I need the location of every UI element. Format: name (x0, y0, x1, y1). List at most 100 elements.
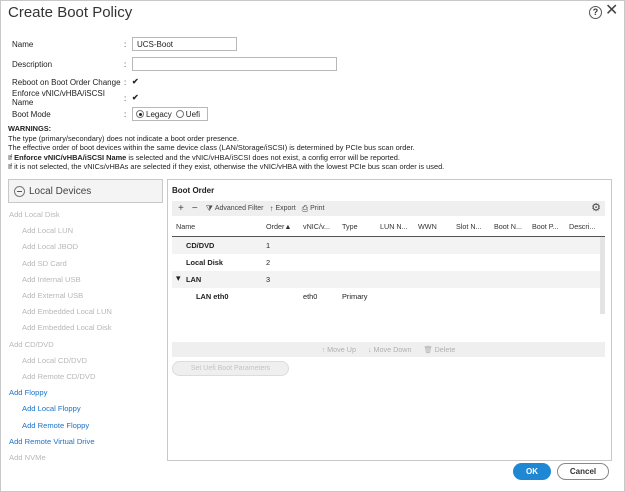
local-device-item[interactable]: Add Remote Floppy (22, 421, 89, 430)
print-label: Print (310, 205, 325, 212)
print-button[interactable]: ⎙ Print (302, 204, 325, 214)
move-down-button[interactable]: ↓ Move Down (368, 345, 412, 354)
advanced-filter-label: Advanced Filter (214, 205, 264, 212)
table-header: Name Order▲ vNIC/v... Type LUN N... WWN … (172, 220, 605, 234)
column-header-lun[interactable]: LUN N... (380, 222, 408, 231)
local-device-item[interactable]: Add Local CD/DVD (22, 356, 87, 365)
warning-line: The type (primary/secondary) does not in… (8, 133, 239, 143)
add-button[interactable]: + (178, 202, 186, 214)
description-input[interactable] (132, 57, 337, 71)
row-name: CD/DVD (186, 241, 215, 250)
set-uefi-boot-parameters-button[interactable]: Set Uefi Boot Parameters (172, 361, 289, 376)
warning-text: is selected and the vNIC/vHBA/iSCSI does… (126, 152, 400, 162)
boot-mode-label: Boot Mode (12, 109, 51, 119)
row-name: LAN (186, 275, 202, 284)
local-devices-panel: Local Devices Add Local Disk Add Local LU… (8, 179, 163, 461)
export-label: Export (275, 205, 296, 212)
column-header-type[interactable]: Type (342, 222, 358, 231)
advanced-filter-button[interactable]: ⧩ Advanced Filter (206, 204, 264, 214)
column-header-slot[interactable]: Slot N... (456, 222, 482, 231)
warning-line: If Enforce vNIC/vHBA/iSCSI Name is selec… (8, 153, 618, 163)
print-icon: ⎙ (301, 203, 309, 213)
boot-mode-row: Boot Mode : Legacy Uefi (12, 107, 209, 121)
boot-order-title: Boot Order (172, 186, 215, 195)
table-row[interactable]: CD/DVD 1 (172, 237, 605, 254)
colon: : (124, 77, 127, 87)
close-icon[interactable]: ✕ (605, 2, 618, 20)
boot-mode-radio-group: Legacy Uefi (132, 107, 209, 121)
local-device-item[interactable]: Add CD/DVD (9, 340, 54, 349)
boot-order-panel: Boot Order + − ⧩ Advanced Filter ↑ Export … (167, 179, 612, 461)
cancel-button[interactable]: Cancel (557, 463, 609, 480)
local-device-item[interactable]: Add External USB (22, 291, 83, 300)
local-device-item[interactable]: Add Remote Virtual Drive (9, 437, 95, 446)
table-row[interactable]: Local Disk 2 (172, 254, 605, 271)
local-device-item[interactable]: Add Local LUN (22, 226, 73, 235)
ok-button[interactable]: OK (513, 463, 551, 480)
row-type: Primary (342, 292, 368, 301)
table-scrollbar[interactable] (600, 237, 605, 314)
warning-line: The effective order of boot devices with… (8, 143, 415, 153)
move-up-button[interactable]: ↑ Move Up (322, 345, 356, 354)
row-vnic: eth0 (303, 292, 318, 301)
dialog-title: Create Boot Policy (8, 4, 133, 21)
row-order: 1 (266, 241, 271, 250)
description-row: Description : (12, 57, 337, 71)
local-device-item[interactable]: Add SD Card (22, 259, 67, 268)
column-header-vnic[interactable]: vNIC/v... (303, 222, 330, 231)
column-header-name[interactable]: Name (176, 222, 195, 231)
row-name: LAN eth0 (196, 292, 229, 301)
enforce-label: Enforce vNIC/vHBA/iSCSI Name (12, 89, 105, 107)
minus-icon: − (191, 202, 198, 214)
gear-icon[interactable]: ⚙ (591, 203, 601, 214)
enforce-checkbox[interactable]: ✔ (132, 94, 140, 102)
local-device-item[interactable]: Add Embedded Local LUN (22, 307, 112, 316)
filter-icon: ⧩ (205, 203, 213, 213)
local-device-item[interactable]: Add Local Disk (9, 210, 60, 219)
local-device-item[interactable]: Add Floppy (9, 388, 47, 397)
colon: : (124, 93, 127, 103)
column-header-boot-path[interactable]: Boot P... (532, 222, 559, 231)
local-device-item[interactable]: Add Local Floppy (22, 404, 81, 413)
legacy-radio[interactable] (136, 110, 144, 118)
colon: : (124, 109, 127, 119)
row-order: 2 (266, 258, 271, 267)
legacy-radio-label[interactable]: Legacy (146, 110, 172, 119)
reboot-row: Reboot on Boot Order Change : ✔ (12, 75, 140, 89)
warning-line: If it is not selected, the vNICs/vHBAs a… (8, 162, 445, 172)
plus-icon: + (178, 202, 184, 214)
row-order: 3 (266, 275, 271, 284)
help-icon[interactable]: ? (589, 6, 602, 19)
description-label: Description (12, 59, 53, 69)
column-header-boot-name[interactable]: Boot N... (494, 222, 522, 231)
column-header-order[interactable]: Order▲ (266, 222, 292, 231)
local-device-item[interactable]: Add Remote CD/DVD (22, 372, 95, 381)
local-devices-label: Local Devices (29, 185, 92, 197)
local-devices-header[interactable]: Local Devices (8, 179, 163, 203)
column-header-description[interactable]: Descri... (569, 222, 595, 231)
warnings-header: WARNINGS: (8, 124, 52, 133)
column-header-wwn[interactable]: WWN (418, 222, 437, 231)
local-device-item[interactable]: Add NVMe (9, 453, 46, 461)
name-row: Name : (12, 37, 237, 51)
expand-caret-icon[interactable]: ▾ (176, 273, 181, 284)
table-row[interactable]: LAN eth0 eth0 Primary (172, 288, 605, 305)
reboot-label: Reboot on Boot Order Change (12, 77, 121, 87)
export-button[interactable]: ↑ Export (269, 204, 295, 214)
create-boot-policy-dialog: Create Boot Policy ? ✕ Name : Descriptio… (0, 0, 625, 492)
move-toolbar: ↑ Move Up ↓ Move Down 🗑 Delete (172, 342, 605, 357)
name-input[interactable] (132, 37, 237, 51)
local-device-item[interactable]: Add Local JBOD (22, 242, 78, 251)
uefi-radio[interactable] (175, 110, 184, 118)
warnings-block: WARNINGS: The type (primary/secondary) d… (8, 124, 618, 172)
remove-button[interactable]: − (191, 202, 200, 214)
local-device-item[interactable]: Add Internal USB (22, 275, 81, 284)
uefi-radio-label[interactable]: Uefi (186, 110, 200, 119)
collapse-icon[interactable] (14, 185, 25, 197)
colon: : (124, 59, 127, 69)
name-label: Name (12, 39, 34, 49)
delete-button[interactable]: 🗑 Delete (424, 345, 456, 354)
reboot-checkbox[interactable]: ✔ (132, 78, 140, 86)
table-row[interactable]: ▾ LAN 3 (172, 271, 605, 288)
local-device-item[interactable]: Add Embedded Local Disk (22, 323, 112, 332)
